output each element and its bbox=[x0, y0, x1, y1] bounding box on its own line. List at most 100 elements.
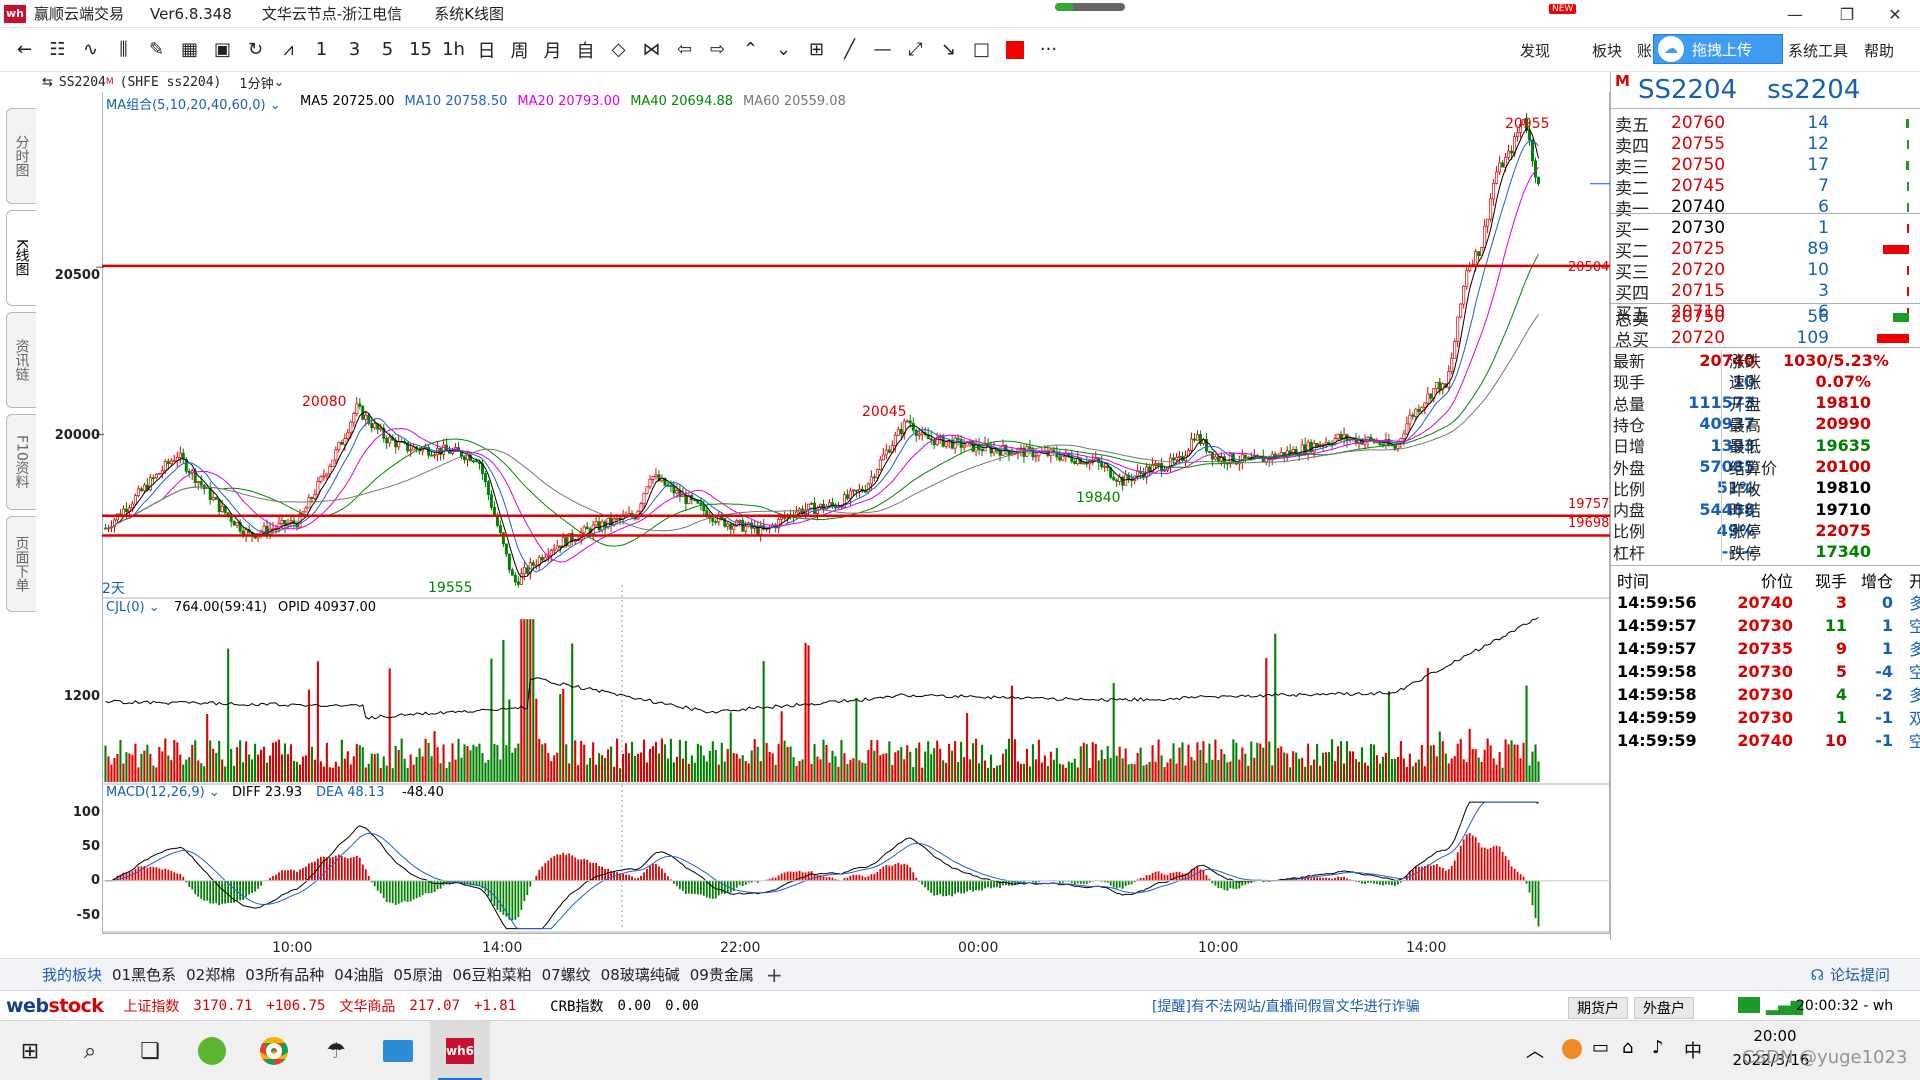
period-3[interactable]: 3 bbox=[338, 32, 371, 68]
pen-icon[interactable]: ✎ bbox=[140, 32, 173, 68]
network-icon[interactable]: ⌂ bbox=[1622, 1037, 1633, 1058]
candle-icon[interactable]: ⫼ bbox=[107, 32, 140, 68]
volume-legend-name: CJL(0) bbox=[106, 600, 145, 615]
restore-button[interactable]: ❐ bbox=[1824, 0, 1870, 28]
draw-arrow-icon[interactable]: ↘ bbox=[932, 32, 965, 68]
menu-help[interactable]: 帮助 bbox=[1864, 28, 1894, 72]
zoom-out-icon[interactable]: ◇ bbox=[602, 32, 635, 68]
tray-app-icon[interactable] bbox=[1562, 1039, 1582, 1059]
board-08[interactable]: 08玻璃纯碱 bbox=[601, 964, 680, 985]
menu-discover[interactable]: 发现 bbox=[1520, 28, 1550, 72]
upload-drop-button[interactable]: ☁ 拖拽上传 bbox=[1653, 34, 1783, 64]
tray-arrow-icon[interactable]: ︿ bbox=[1526, 1037, 1544, 1063]
index-sh-name[interactable]: 上证指数 bbox=[123, 996, 179, 1016]
tab-f10[interactable]: F10资料 bbox=[6, 414, 36, 510]
menu-tools[interactable]: 系统工具 bbox=[1788, 28, 1848, 72]
tick-row[interactable]: 14:59:59 20740 10 -1 空平 bbox=[1611, 726, 1920, 754]
indicator-icon[interactable]: ⩘ bbox=[272, 32, 305, 68]
symbol-header: ⇆ SS2204 M (SHFE ss2204) 1分钟 ⌄ bbox=[42, 72, 285, 92]
arrow-right-icon[interactable]: ⇨ bbox=[701, 32, 734, 68]
period-15[interactable]: 15 bbox=[404, 32, 437, 68]
menu-account[interactable]: 账 bbox=[1637, 28, 1652, 72]
draw-ray-icon[interactable]: ⤢ bbox=[899, 32, 932, 68]
search-icon[interactable]: ⌕ bbox=[60, 1021, 120, 1080]
draw-rect-icon[interactable]: □ bbox=[965, 32, 998, 68]
battery-icon[interactable]: ▭ bbox=[1592, 1037, 1609, 1058]
volume-legend[interactable]: CJL(0) ⌄ bbox=[106, 600, 160, 615]
tab-news[interactable]: 资讯链 bbox=[6, 312, 36, 408]
order-book-volume: 1 bbox=[1818, 218, 1829, 238]
order-book-bar bbox=[1907, 139, 1909, 149]
minimize-button[interactable]: — bbox=[1772, 0, 1818, 28]
volume-icon[interactable]: ♪ bbox=[1652, 1037, 1664, 1058]
new-badge: NEW bbox=[1549, 4, 1577, 14]
color-picker-icon[interactable] bbox=[1006, 40, 1024, 59]
back-arrow-icon[interactable]: ← bbox=[8, 32, 41, 68]
tick-cell: -4 bbox=[1875, 661, 1893, 681]
order-book-price: 20730 bbox=[1671, 218, 1726, 238]
board-03[interactable]: 03所有品种 bbox=[245, 964, 324, 985]
quote-panel: M SS2204 ss2204 卖五 20760 14 卖四 20755 12 卖三 2075… bbox=[1610, 72, 1920, 1028]
add-board-button[interactable]: + bbox=[766, 963, 783, 987]
order-book-price: 20740 bbox=[1671, 197, 1726, 217]
ime-indicator[interactable]: 中 bbox=[1684, 1037, 1702, 1063]
cloud-app-icon[interactable]: ☂ bbox=[306, 1021, 366, 1080]
period-5[interactable]: 5 bbox=[371, 32, 404, 68]
board-05[interactable]: 05原油 bbox=[393, 964, 442, 985]
save-icon[interactable]: ▣ bbox=[206, 32, 239, 68]
chrome-icon[interactable] bbox=[244, 1021, 304, 1080]
mail-app-icon[interactable] bbox=[368, 1021, 428, 1080]
chevron-down-icon[interactable]: ⌄ bbox=[274, 75, 285, 90]
zoom-in-icon[interactable]: ⋈ bbox=[635, 32, 668, 68]
index-crb-name[interactable]: CRB指数 bbox=[550, 996, 603, 1016]
wh6-app-icon[interactable]: wh6 bbox=[430, 1021, 490, 1080]
board-my[interactable]: 我的板块 bbox=[42, 964, 102, 985]
task-view-icon[interactable]: ❏ bbox=[120, 1021, 180, 1080]
tab-order[interactable]: 页面下单 bbox=[6, 516, 36, 612]
board-04[interactable]: 04油脂 bbox=[334, 964, 383, 985]
draw-hline-icon[interactable]: — bbox=[866, 32, 899, 68]
foreign-account-button[interactable]: 外盘户 bbox=[1634, 997, 1694, 1019]
board-09[interactable]: 09贵金属 bbox=[690, 964, 754, 985]
arrow-down-icon[interactable]: ⌄ bbox=[767, 32, 800, 68]
futures-account-button[interactable]: 期货户 bbox=[1568, 997, 1628, 1019]
arrow-up-icon[interactable]: ⌃ bbox=[734, 32, 767, 68]
line-chart-icon[interactable]: ∿ bbox=[74, 32, 107, 68]
fraud-notice[interactable]: [提醒]有不法网站/直播间假冒文华进行诈骗 bbox=[1152, 996, 1420, 1016]
window-drag-handle[interactable] bbox=[1055, 3, 1125, 11]
link-icon[interactable]: ⇆ bbox=[42, 75, 53, 90]
period-month[interactable]: 月 bbox=[536, 32, 569, 68]
index-wh-name[interactable]: 文华商品 bbox=[339, 996, 395, 1016]
windows-start-icon[interactable]: ⊞ bbox=[0, 1021, 60, 1080]
calculator-icon[interactable]: ▦ bbox=[173, 32, 206, 68]
period-week[interactable]: 周 bbox=[503, 32, 536, 68]
board-02[interactable]: 02郑棉 bbox=[186, 964, 235, 985]
list-view-icon[interactable]: ☷ bbox=[41, 32, 74, 68]
period-custom[interactable]: 自 bbox=[569, 32, 602, 68]
period-day[interactable]: 日 bbox=[470, 32, 503, 68]
period-1h[interactable]: 1h bbox=[437, 32, 470, 68]
macd-legend[interactable]: MACD(12,26,9) ⌄ bbox=[106, 785, 220, 800]
board-01[interactable]: 01黑色系 bbox=[112, 964, 176, 985]
order-book-volume: 3 bbox=[1818, 281, 1829, 301]
tab-timeshare[interactable]: 分时图 bbox=[6, 108, 36, 204]
arrow-left-icon[interactable]: ⇦ bbox=[668, 32, 701, 68]
period-1[interactable]: 1 bbox=[305, 32, 338, 68]
close-button[interactable]: ✕ bbox=[1872, 0, 1918, 28]
period-selector[interactable]: 1分钟 bbox=[239, 73, 273, 92]
board-06[interactable]: 06豆粕菜粕 bbox=[452, 964, 531, 985]
tray-time[interactable]: 20:00 bbox=[1730, 1027, 1820, 1045]
layout-icon[interactable]: ⊞ bbox=[800, 32, 833, 68]
refresh-icon[interactable]: ↻ bbox=[239, 32, 272, 68]
menu-sector[interactable]: 板块 bbox=[1592, 28, 1622, 72]
stat-key: 杠杆 bbox=[1613, 543, 1646, 563]
order-book-volume: 10 bbox=[1807, 260, 1829, 280]
webstock-logo[interactable]: webstock bbox=[6, 995, 104, 1017]
board-07[interactable]: 07螺纹 bbox=[542, 964, 591, 985]
draw-line-icon[interactable]: ╱ bbox=[833, 32, 866, 68]
more-tools-button[interactable]: ··· bbox=[1032, 32, 1065, 68]
ma-group-legend[interactable]: MA组合(5,10,20,40,60,0) ⌄ bbox=[106, 94, 281, 113]
app-green-icon[interactable] bbox=[182, 1021, 242, 1080]
forum-link[interactable]: ☊ 论坛提问 bbox=[1811, 964, 1890, 985]
tab-kline[interactable]: K线图 bbox=[6, 210, 36, 306]
